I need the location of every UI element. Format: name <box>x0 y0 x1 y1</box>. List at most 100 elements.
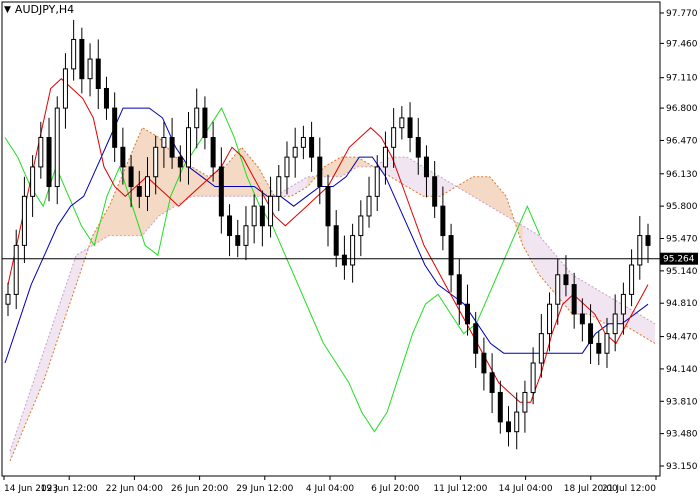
symbol-title[interactable]: ▼ AUDJPY,H4 <box>4 3 74 16</box>
candle-body <box>202 107 208 139</box>
candle-body <box>604 333 610 354</box>
y-tick-label: 93.810 <box>666 397 698 407</box>
candle-body <box>112 107 118 148</box>
candle-body <box>62 68 68 109</box>
candle-body <box>325 186 331 227</box>
candle-body <box>38 137 44 168</box>
candle-body <box>530 362 536 393</box>
candle-body <box>448 235 454 276</box>
candle-body <box>46 137 52 188</box>
y-tick-label: 95.800 <box>666 202 698 212</box>
candle-body <box>374 166 380 197</box>
candle-body <box>333 225 339 256</box>
x-axis: 14 Jun 202319 Jun 12:00 22 Jun 04:00 26 Ju… <box>3 476 657 494</box>
dropdown-triangle-icon: ▼ <box>4 4 11 15</box>
candle-body <box>456 274 462 305</box>
candle-body <box>366 195 372 217</box>
candle-body <box>391 127 397 148</box>
y-tick-label: 95.470 <box>666 235 698 245</box>
candle-body <box>415 137 421 158</box>
y-tick-label: 94.470 <box>666 333 698 343</box>
candle-body <box>177 156 183 168</box>
candle-body <box>341 254 347 266</box>
y-tick-label: 96.130 <box>666 170 698 180</box>
y-tick-label: 95.140 <box>666 267 698 277</box>
candle-body <box>144 176 150 197</box>
y-tick-label: 96.470 <box>666 136 698 146</box>
candle-body <box>309 137 315 158</box>
candle-body <box>13 244 19 295</box>
candle-body <box>194 107 200 129</box>
candle-body <box>153 146 159 178</box>
candle-body <box>563 274 569 286</box>
x-tick-label: 26 Jun 20:00 <box>171 484 228 494</box>
x-tick-label: 11 Jul 12:00 <box>433 484 487 494</box>
candle-body <box>128 166 134 188</box>
candle-body <box>79 38 85 80</box>
candle-body <box>136 186 142 197</box>
candle-body <box>259 205 265 227</box>
chart-canvas: 95.264 97.770 97.460 97.110 96.800 96.470 96.… <box>1 1 698 494</box>
candle-body <box>54 107 60 188</box>
candle-body <box>235 235 241 246</box>
x-tick-label: 4 Jul 04:00 <box>306 484 355 494</box>
current-price-label: 95.264 <box>663 255 695 265</box>
x-tick-label: 29 Jun 12:00 <box>236 484 293 494</box>
candle-body <box>227 215 233 237</box>
candle-body <box>514 411 520 433</box>
candle-body <box>30 166 36 197</box>
y-tick-label: 97.460 <box>666 39 698 49</box>
candle-body <box>120 146 126 168</box>
candle-body <box>95 58 101 89</box>
candle-body <box>161 137 167 148</box>
x-tick-label: 19 Jun 12:00 <box>41 484 98 494</box>
candle-body <box>407 117 413 139</box>
x-tick-label: 22 Jun 04:00 <box>106 484 163 494</box>
candle-body <box>169 137 175 158</box>
candle-body <box>382 146 388 168</box>
candle-body <box>645 235 651 246</box>
candle-body <box>506 421 512 433</box>
x-tick-label: 21 Jul 12:00 <box>602 484 656 494</box>
candle-body <box>620 293 626 315</box>
candle-body <box>284 156 290 178</box>
candle-body <box>243 225 249 246</box>
candle-body <box>218 166 224 217</box>
candle-body <box>588 323 594 344</box>
candle-body <box>489 372 495 393</box>
candle-body <box>276 176 282 197</box>
y-tick-label: 97.770 <box>666 9 698 19</box>
candle-body <box>481 352 487 374</box>
candle-body <box>579 313 585 325</box>
candle-body <box>251 205 257 227</box>
candle-body <box>186 127 192 168</box>
candle-body <box>399 117 405 129</box>
candle-body <box>317 156 323 188</box>
candle-body <box>555 274 561 305</box>
candle-body <box>473 323 479 354</box>
candle-body <box>464 303 470 325</box>
candle-body <box>292 146 298 158</box>
candle-body <box>103 87 109 109</box>
y-tick-label: 96.800 <box>666 104 698 114</box>
candle-body <box>629 264 635 295</box>
candle-body <box>522 391 528 413</box>
candle-body <box>300 137 306 148</box>
candle-body <box>497 391 503 423</box>
candle-body <box>21 195 27 246</box>
candle-body <box>350 235 356 266</box>
candle-body <box>637 235 643 266</box>
candle-body <box>547 303 553 335</box>
y-tick-label: 94.810 <box>666 299 698 309</box>
candle-body <box>432 176 438 207</box>
y-tick-label: 93.150 <box>666 462 698 472</box>
candle-body <box>87 58 93 80</box>
candle-body <box>571 284 577 315</box>
x-tick-label: 14 Jul 04:00 <box>499 484 553 494</box>
y-axis: 97.770 97.460 97.110 96.800 96.470 96.130 95.8… <box>660 9 698 472</box>
candle-body <box>612 313 618 335</box>
candle-body <box>538 333 544 364</box>
candle-body <box>440 205 446 237</box>
x-tick-label: 6 Jul 20:00 <box>371 484 420 494</box>
candle-body <box>423 156 429 178</box>
